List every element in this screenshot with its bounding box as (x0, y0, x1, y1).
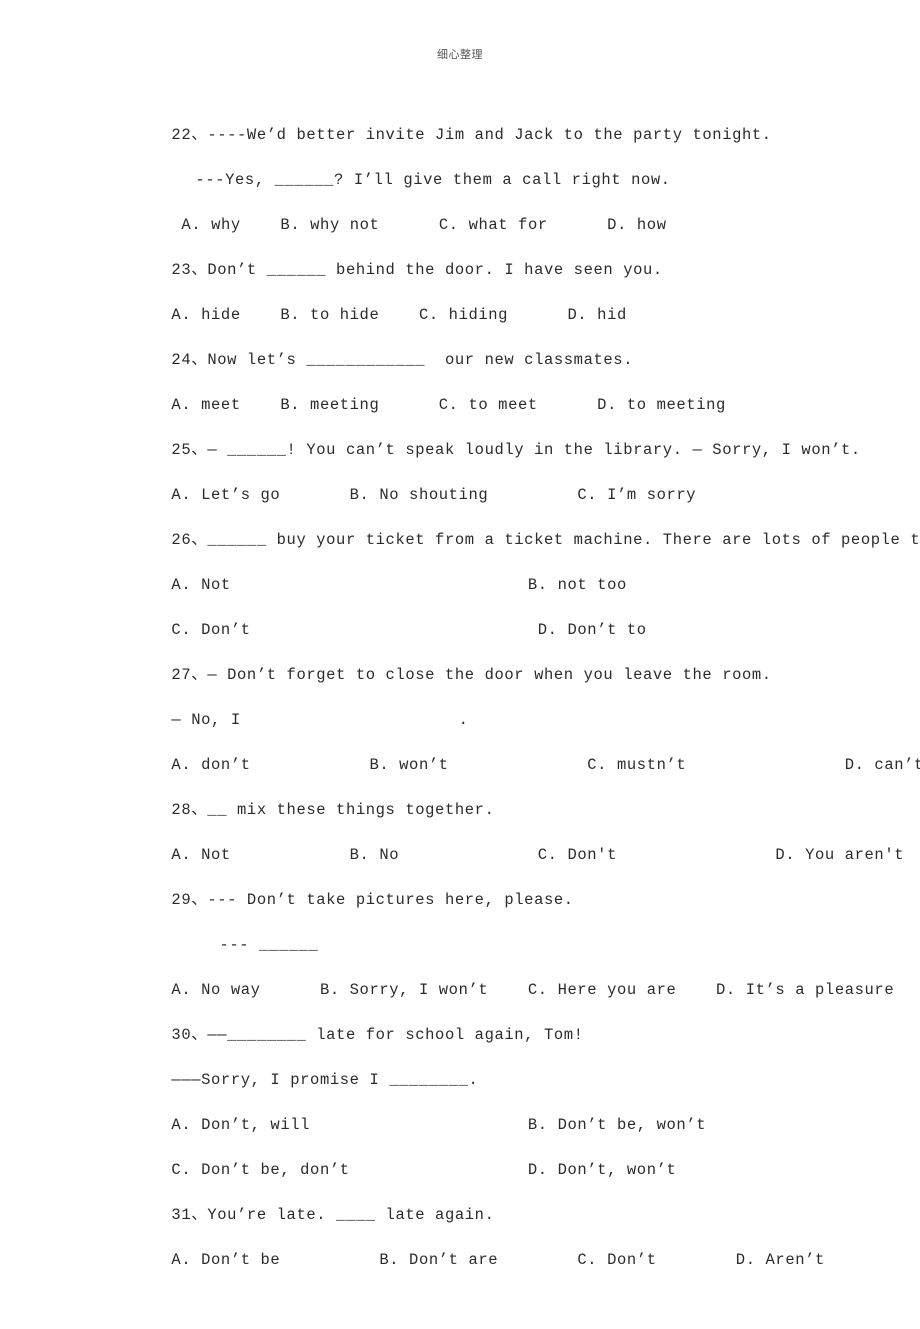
question-26-stem-text: 26、______ buy your ticket from a ticket … (171, 531, 920, 549)
question-23-options-text: A. hide B. to hide C. hiding D. hid (171, 306, 627, 324)
question-29-stem-text: 29、--- Don’t take pictures here, please. (171, 891, 574, 909)
question-30-options-cd-text: C. Don’t be, don’t D. Don’t, won’t (171, 1161, 677, 1179)
question-29-reply-text: --- ______ (219, 936, 319, 954)
question-22-reply-text: ---Yes, ______? I’ll give them a call ri… (195, 171, 671, 189)
question-26-options-cd-text: C. Don’t D. Don’t to (171, 621, 647, 639)
question-22-stem: 22、----We’d better invite Jim and Jack t… (112, 90, 872, 144)
question-27-reply-text: — No, I . (171, 711, 469, 729)
question-22-stem-text: 22、----We’d better invite Jim and Jack t… (171, 126, 772, 144)
question-30-reply-text: ———Sorry, I promise I ________. (171, 1071, 479, 1089)
question-26-options-ab-text: A. Not B. not too (171, 576, 627, 594)
question-31-stem-text: 31、You’re late. ____ late again. (171, 1206, 495, 1224)
question-30-options-ab-text: A. Don’t, will B. Don’t be, won’t (171, 1116, 707, 1134)
question-25-options-text: A. Let’s go B. No shouting C. I’m sorry (171, 486, 697, 504)
question-31-options-text: A. Don’t be B. Don’t are C. Don’t D. Are… (171, 1251, 825, 1269)
question-27-options-text: A. don’t B. won’t C. mustn’t D. can’t (171, 756, 920, 774)
question-28-options-text: A. Not B. No C. Don't D. You aren't (171, 846, 905, 864)
question-30-stem-text: 30、——________ late for school again, Tom… (171, 1026, 584, 1044)
question-29-options-text: A. No way B. Sorry, I won’t C. Here you … (171, 981, 895, 999)
question-23-stem-text: 23、Don’t ______ behind the door. I have … (171, 261, 663, 279)
question-24-options-text: A. meet B. meeting C. to meet D. to meet… (171, 396, 726, 414)
document-page: 细心整理 22、----We’d better invite Jim and J… (0, 0, 920, 1329)
page-header-watermark: 细心整理 (437, 48, 483, 61)
question-28-stem-text: 28、__ mix these things together. (171, 801, 495, 819)
question-22-options-text: A. why B. why not C. what for D. how (181, 216, 667, 234)
question-27-stem-text: 27、— Don’t forget to close the door when… (171, 666, 772, 684)
question-list: 22、----We’d better invite Jim and Jack t… (112, 90, 920, 1269)
question-24-stem-text: 24、Now let’s ____________ our new classm… (171, 351, 634, 369)
question-25-stem-text: 25、— ______! You can’t speak loudly in t… (171, 441, 861, 459)
